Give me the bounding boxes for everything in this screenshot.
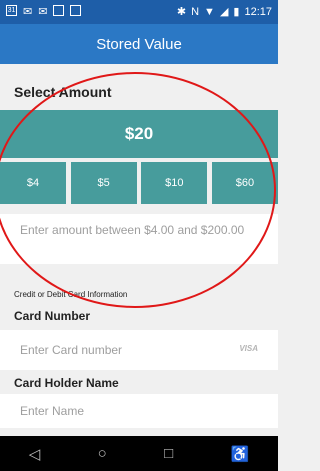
card-number-label: Card Number <box>14 309 91 323</box>
page-title: Stored Value <box>0 24 278 64</box>
amount-options: $4 $5 $10 $60 <box>0 162 278 204</box>
amount-option-5[interactable]: $5 <box>70 162 137 204</box>
accessibility-icon[interactable]: ♿ <box>231 445 250 463</box>
nfc-icon: N <box>191 5 200 18</box>
image-icon <box>70 5 82 16</box>
custom-amount-input[interactable]: Enter amount between $4.00 and $200.00 <box>0 214 278 264</box>
signal-icon: ◢ <box>219 6 229 18</box>
status-time: 12:17 <box>244 5 272 18</box>
bluetooth-icon: ✱ <box>176 6 187 18</box>
nav-bar: ◁ ○ □ ♿ <box>0 436 278 471</box>
visa-icon: VISA <box>239 344 258 353</box>
amount-option-10[interactable]: $10 <box>141 162 208 204</box>
amount-option-60[interactable]: $60 <box>211 162 278 204</box>
card-holder-input[interactable]: Enter Name <box>0 394 278 428</box>
status-bar: 31 ✉ ✉ ✱ N ▼ ◢ ▮ 12:17 <box>0 0 278 24</box>
email-icon: ✉ <box>38 6 48 18</box>
amount-option-4[interactable]: $4 <box>0 162 66 204</box>
card-info-label: Credit or Debit Card Information <box>14 290 128 299</box>
wifi-icon: ▼ <box>204 5 215 18</box>
home-icon[interactable]: ○ <box>98 445 107 462</box>
recents-icon[interactable]: □ <box>164 445 173 462</box>
email-icon: ✉ <box>23 6 33 18</box>
back-icon[interactable]: ◁ <box>29 445 41 463</box>
card-number-placeholder: Enter Card number <box>20 343 123 357</box>
card-holder-label: Card Holder Name <box>14 376 119 390</box>
select-amount-title: Select Amount <box>14 84 112 100</box>
notification-icon: 31 <box>6 5 17 16</box>
image-icon <box>53 5 65 16</box>
selected-amount-button[interactable]: $20 <box>0 110 278 158</box>
battery-icon: ▮ <box>233 6 240 18</box>
card-number-input[interactable]: Enter Card number VISA <box>0 330 278 370</box>
